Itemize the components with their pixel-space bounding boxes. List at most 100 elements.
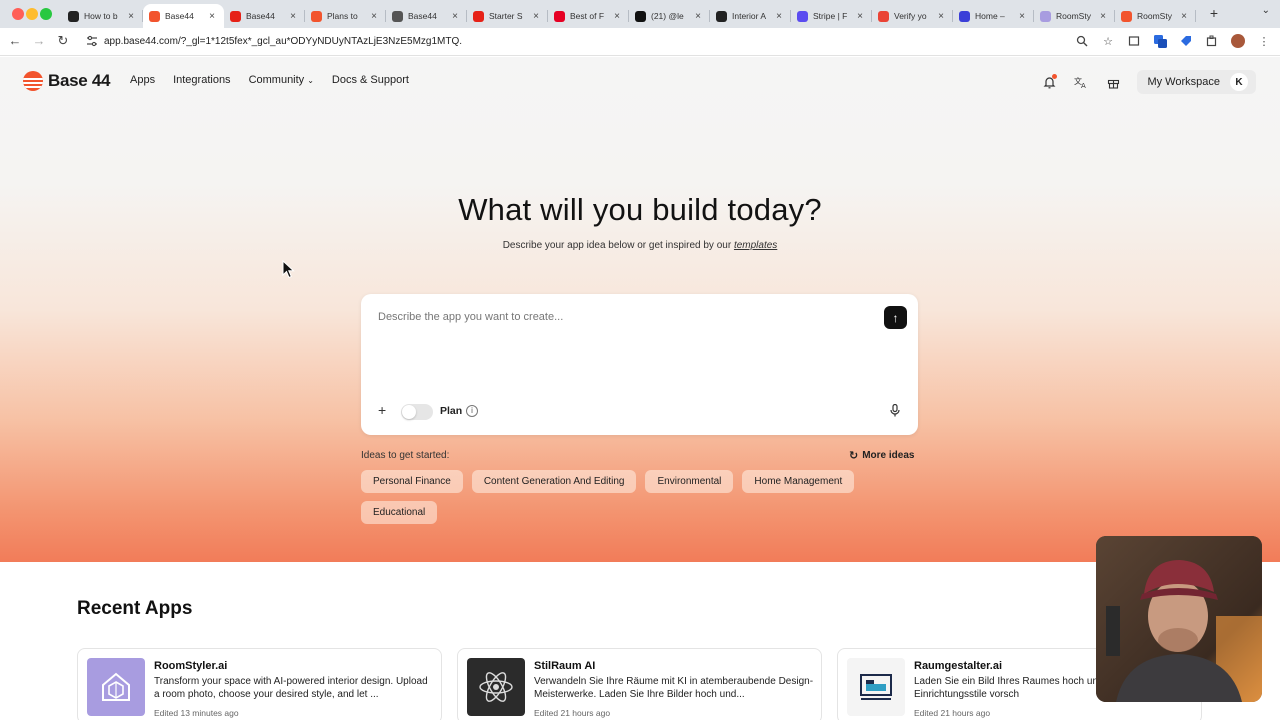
house-logo-icon	[102, 672, 130, 701]
toggle-knob	[402, 405, 416, 419]
idea-chip-educational[interactable]: Educational	[361, 501, 438, 524]
tab-favicon-icon	[716, 10, 727, 22]
tab-title: Home –	[975, 11, 1005, 21]
main-nav: Apps Integrations Community ⌄ Docs & Supp…	[130, 74, 409, 86]
logo[interactable]: Base 44	[23, 71, 110, 91]
refresh-icon: ↻	[849, 450, 859, 462]
nav-apps-label: Apps	[130, 74, 156, 86]
tab-title: RoomSty	[1056, 11, 1091, 21]
browser-tab[interactable]: RoomSty ×	[1034, 4, 1115, 28]
app-card[interactable]: StilRaum AI Verwandeln Sie Ihre Räume mi…	[457, 648, 822, 720]
idea-chip-environmental[interactable]: Environmental	[645, 470, 734, 493]
more-ideas-button[interactable]: ↻ More ideas	[849, 449, 914, 462]
tab-close-icon[interactable]: ×	[773, 11, 785, 22]
send-button[interactable]: ↑	[884, 306, 907, 329]
browser-tab[interactable]: Plans to ×	[305, 4, 386, 28]
app-description: Transform your space with AI-powered int…	[154, 676, 428, 700]
more-ideas-label: More ideas	[862, 450, 915, 461]
browser-tab[interactable]: Verify yo ×	[872, 4, 953, 28]
browser-tab[interactable]: Best of F ×	[548, 4, 629, 28]
nav-docs-support[interactable]: Docs & Support	[332, 74, 409, 86]
microphone-icon[interactable]	[890, 403, 900, 420]
browser-tab[interactable]: Base44 ×	[386, 4, 467, 28]
tab-close-icon[interactable]: ×	[611, 11, 623, 22]
presenter-video-image	[1096, 536, 1262, 702]
maximize-window-button[interactable]	[40, 8, 52, 20]
tab-close-icon[interactable]: ×	[287, 11, 299, 22]
svg-text:A: A	[1081, 82, 1086, 89]
tab-close-icon[interactable]: ×	[1097, 11, 1109, 22]
browser-tab[interactable]: Interior A ×	[710, 4, 791, 28]
new-tab-button[interactable]: +	[1210, 5, 1218, 21]
browser-tab[interactable]: Stripe | F ×	[791, 4, 872, 28]
tab-search-icon[interactable]: ⌄	[1262, 5, 1270, 16]
app-card[interactable]: RoomStyler.ai Transform your space with …	[77, 648, 442, 720]
nav-apps[interactable]: Apps	[130, 74, 155, 86]
browser-tab[interactable]: Starter S ×	[467, 4, 548, 28]
app-description-input[interactable]	[378, 311, 858, 323]
browser-tab[interactable]: Base44 ×	[224, 4, 305, 28]
browser-menu-icon[interactable]: ⋮	[1256, 33, 1272, 49]
tab-close-icon[interactable]: ×	[449, 11, 461, 22]
gift-icon[interactable]	[1105, 74, 1121, 90]
app-thumbnail	[467, 658, 525, 716]
browser-tab[interactable]: (21) @le ×	[629, 4, 710, 28]
tab-title: Interior A	[732, 11, 767, 21]
idea-chip-home-management[interactable]: Home Management	[742, 470, 855, 493]
browser-tab[interactable]: How to b ×	[62, 4, 143, 28]
minimize-window-button[interactable]	[26, 8, 38, 20]
ideas-label: Ideas to get started:	[361, 450, 450, 461]
url-field[interactable]: app.base44.com/?_gl=1*12t5fex*_gcl_au*OD…	[104, 36, 462, 47]
browser-tab[interactable]: RoomSty ×	[1115, 4, 1196, 28]
app-thumbnail	[87, 658, 145, 716]
tab-favicon-icon	[635, 10, 646, 22]
app-name: StilRaum AI	[534, 660, 596, 672]
tab-favicon-icon	[1121, 10, 1132, 22]
browser-tab[interactable]: Home – ×	[953, 4, 1034, 28]
attach-plus-button[interactable]: +	[378, 402, 386, 418]
tab-close-icon[interactable]: ×	[692, 11, 704, 22]
idea-chip-personal-finance[interactable]: Personal Finance	[361, 470, 463, 493]
tab-title: Base44	[165, 11, 194, 21]
reload-button[interactable]: ↻	[54, 33, 72, 49]
tab-favicon-icon	[473, 10, 484, 22]
templates-link[interactable]: templates	[734, 240, 777, 251]
translate-extension-icon[interactable]	[1152, 33, 1168, 49]
forward-button[interactable]: →	[30, 33, 48, 48]
nav-community[interactable]: Community ⌄	[249, 74, 314, 86]
notification-bell-icon[interactable]	[1041, 74, 1058, 90]
tab-close-icon[interactable]: ×	[125, 11, 137, 22]
tab-favicon-icon	[554, 10, 565, 22]
page: Base 44 Apps Integrations Community ⌄ Doc…	[0, 57, 1280, 720]
user-avatar: K	[1230, 73, 1248, 91]
zoom-icon[interactable]	[1074, 33, 1090, 49]
back-button[interactable]: ←	[6, 33, 24, 48]
extensions-puzzle-icon[interactable]	[1204, 33, 1220, 49]
browser-tab[interactable]: Base44 ×	[143, 4, 224, 28]
nav-integrations[interactable]: Integrations	[173, 74, 230, 86]
tag-extension-icon[interactable]	[1178, 33, 1194, 49]
tab-favicon-icon	[878, 10, 889, 22]
tab-title: Base44	[408, 11, 437, 21]
tab-close-icon[interactable]: ×	[1016, 11, 1028, 22]
profile-avatar[interactable]	[1230, 33, 1246, 49]
tab-close-icon[interactable]: ×	[935, 11, 947, 22]
plan-mode-toggle[interactable]	[401, 404, 433, 420]
tab-close-icon[interactable]: ×	[854, 11, 866, 22]
idea-chip-content-generation[interactable]: Content Generation And Editing	[471, 470, 637, 493]
site-settings-icon[interactable]	[86, 35, 98, 47]
tab-close-icon[interactable]: ×	[530, 11, 542, 22]
tab-close-icon[interactable]: ×	[368, 11, 380, 22]
tab-title: RoomSty	[1137, 11, 1172, 21]
screen-capture-icon[interactable]	[1126, 33, 1142, 49]
tab-close-icon[interactable]: ×	[206, 11, 218, 22]
tab-close-icon[interactable]: ×	[1178, 11, 1190, 22]
workspace-switcher[interactable]: My Workspace K	[1137, 70, 1256, 94]
language-translate-icon[interactable]: 文A	[1073, 74, 1089, 90]
info-icon[interactable]: i	[466, 405, 478, 417]
bookmark-star-icon[interactable]: ☆	[1100, 33, 1116, 49]
tab-favicon-icon	[797, 10, 808, 22]
app-edited-time: Edited 21 hours ago	[914, 708, 991, 718]
close-window-button[interactable]	[12, 8, 24, 20]
tab-title: Verify yo	[894, 11, 927, 21]
